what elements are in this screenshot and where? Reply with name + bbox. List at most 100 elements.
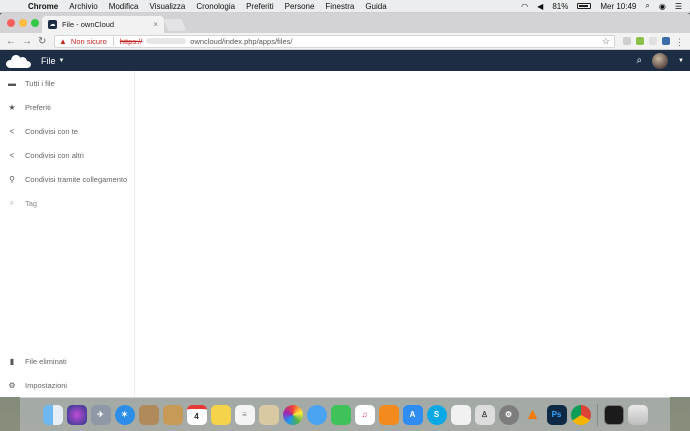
link-icon: ⚲ xyxy=(9,174,15,184)
zoom-window-button[interactable] xyxy=(31,19,39,27)
sidebar-item-label: File eliminati xyxy=(25,356,67,366)
owncloud-header: File ▼ ⌕ ▼ xyxy=(0,50,690,71)
owncloud-logo[interactable] xyxy=(6,54,32,68)
terminal-icon[interactable] xyxy=(603,404,624,425)
battery-icon[interactable] xyxy=(577,3,592,9)
spotlight-icon[interactable]: ⌕ xyxy=(645,1,649,11)
close-tab-icon[interactable]: × xyxy=(153,20,158,29)
preview-icon[interactable] xyxy=(258,404,279,425)
automator-icon[interactable]: ♙ xyxy=(474,404,495,425)
system-preferences-icon[interactable]: ⚙ xyxy=(498,404,519,425)
bookmark-star-icon[interactable]: ☆ xyxy=(602,36,610,47)
sidebar-item-favorites[interactable]: ★ Preferiti xyxy=(0,95,134,119)
sidebar-item-shared-with-you[interactable]: < Condivisi con te xyxy=(0,119,134,143)
battery-percent[interactable]: 81% xyxy=(552,2,568,11)
browser-toolbar: ← → ↻ ▲ Non sicuro https:// owncloud/ind… xyxy=(0,33,690,50)
siri-icon[interactable] xyxy=(66,404,87,425)
extension-icon[interactable] xyxy=(649,37,657,45)
macos-dock: ✈ ✶ 4 ≡ ♫ A S ♙ ⚙ ▲ Ps xyxy=(20,397,670,431)
sidebar-item-shared-by-link[interactable]: ⚲ Condivisi tramite collegamento xyxy=(0,167,134,191)
url-scheme: https:// xyxy=(119,36,143,46)
sidebar-item-shared-with-others[interactable]: < Condivisi con altri xyxy=(0,143,134,167)
minimize-window-button[interactable] xyxy=(19,19,27,27)
finder-icon[interactable] xyxy=(42,404,63,425)
caret-down-icon: ▼ xyxy=(58,57,65,64)
back-icon[interactable]: ← xyxy=(6,36,16,47)
volume-icon[interactable]: ◀ xyxy=(537,2,543,11)
security-label[interactable]: Non sicuro xyxy=(71,37,107,46)
trash-icon[interactable] xyxy=(627,404,648,425)
gear-icon: ⚙ xyxy=(8,380,16,390)
vlc-icon[interactable]: ▲ xyxy=(523,405,543,425)
contacts-icon[interactable] xyxy=(138,404,159,425)
photoshop-icon[interactable]: Ps xyxy=(546,404,567,425)
new-tab-button[interactable] xyxy=(163,19,187,31)
reload-icon[interactable]: ↻ xyxy=(38,36,46,47)
menu-persone[interactable]: Persone xyxy=(285,2,315,11)
notes-icon[interactable] xyxy=(162,404,183,425)
menu-archivio[interactable]: Archivio xyxy=(69,2,97,11)
sidebar-item-deleted-files[interactable]: ▮ File eliminati xyxy=(0,349,134,373)
chrome-icon[interactable] xyxy=(570,404,591,425)
sidebar-item-label: Preferiti xyxy=(25,102,51,112)
address-bar[interactable]: ▲ Non sicuro https:// owncloud/index.php… xyxy=(54,34,615,48)
caret-down-icon[interactable]: ▼ xyxy=(678,58,684,64)
dock-separator xyxy=(596,403,598,426)
sidebar-item-label: Tag xyxy=(25,198,38,208)
reminders-icon[interactable]: ≡ xyxy=(234,404,255,425)
siri-menubar-icon[interactable]: ◉ xyxy=(659,2,666,11)
app-menu[interactable]: File ▼ xyxy=(41,56,64,66)
macos-menubar: Chrome Archivio Modifica Visualizza Cron… xyxy=(0,0,690,13)
extension-icon[interactable] xyxy=(636,37,644,45)
appstore-icon[interactable]: A xyxy=(402,404,423,425)
extensions: ⋮ xyxy=(623,37,684,47)
photos-icon[interactable] xyxy=(282,404,303,425)
sidebar-item-label: Condivisi tramite collegamento xyxy=(25,174,128,184)
menu-visualizza[interactable]: Visualizza xyxy=(149,2,185,11)
sidebar-item-all-files[interactable]: ▬ Tutti i file xyxy=(0,71,134,95)
menu-cronologia[interactable]: Cronologia xyxy=(196,2,235,11)
menu-preferiti[interactable]: Preferiti xyxy=(246,2,274,11)
sidebar-item-label: Tutti i file xyxy=(25,78,55,88)
avatar[interactable] xyxy=(652,52,669,69)
sidebar: ▬ Tutti i file ★ Preferiti < Condivisi c… xyxy=(0,71,135,397)
facetime-icon[interactable] xyxy=(330,404,351,425)
messages-icon[interactable] xyxy=(306,404,327,425)
menu-dots-icon[interactable]: ⋮ xyxy=(675,37,684,47)
trash-icon: ▮ xyxy=(9,356,15,366)
extension-icon[interactable] xyxy=(623,37,631,45)
file-list-area[interactable] xyxy=(135,71,690,397)
books-icon[interactable] xyxy=(378,404,399,425)
launchpad-icon[interactable]: ✈ xyxy=(90,404,111,425)
sidebar-item-settings[interactable]: ⚙ Impostazioni xyxy=(0,373,134,397)
chrome-window: ☁ File - ownCloud × ← → ↻ ▲ Non sicuro h… xyxy=(0,13,690,397)
warning-icon[interactable]: ▲ xyxy=(59,37,67,46)
tab-strip: ☁ File - ownCloud × xyxy=(0,13,690,33)
sidebar-item-label: Condivisi con altri xyxy=(25,150,84,160)
stickies-icon[interactable] xyxy=(210,404,231,425)
sidebar-item-label: Impostazioni xyxy=(25,380,68,390)
sidebar-item-tags[interactable]: ⌕ Tag xyxy=(0,191,134,215)
notification-center-icon[interactable]: ☰ xyxy=(675,2,682,11)
wifi-icon[interactable]: ◠ xyxy=(521,2,528,11)
music-icon[interactable]: ♫ xyxy=(354,404,375,425)
extension-icon[interactable] xyxy=(662,37,670,45)
app-name: File xyxy=(41,55,56,66)
textedit-icon[interactable] xyxy=(450,404,471,425)
clock[interactable]: Mer 10:49 xyxy=(600,2,636,11)
share-icon: < xyxy=(9,150,15,160)
menu-modifica[interactable]: Modifica xyxy=(109,2,139,11)
browser-tab[interactable]: ☁ File - ownCloud × xyxy=(42,16,164,33)
search-icon[interactable]: ⌕ xyxy=(636,55,642,66)
safari-icon[interactable]: ✶ xyxy=(114,404,135,425)
menu-finestra[interactable]: Finestra xyxy=(325,2,354,11)
menu-app-name[interactable]: Chrome xyxy=(28,2,58,11)
close-window-button[interactable] xyxy=(7,19,15,27)
folder-icon: ▬ xyxy=(8,78,16,88)
skype-icon[interactable]: S xyxy=(426,404,447,425)
sidebar-bottom: ▮ File eliminati ⚙ Impostazioni xyxy=(0,349,134,397)
menu-guida[interactable]: Guida xyxy=(365,2,386,11)
owncloud-favicon: ☁ xyxy=(48,20,57,29)
forward-icon[interactable]: → xyxy=(22,36,32,47)
calendar-icon[interactable]: 4 xyxy=(186,404,207,425)
